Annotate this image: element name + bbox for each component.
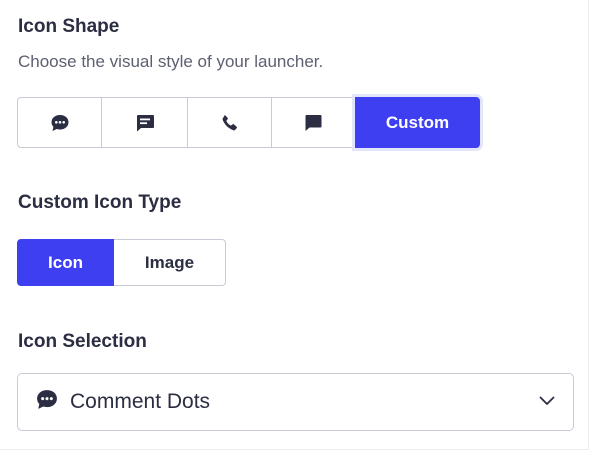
icon-shape-selector: Custom <box>17 97 480 148</box>
icon-type-button[interactable]: Icon <box>17 239 114 286</box>
message-lines-icon <box>135 114 155 132</box>
chevron-down-icon <box>539 393 555 411</box>
icon-selection-title: Icon Selection <box>18 331 147 352</box>
launcher-settings-panel: Icon Shape Choose the visual style of yo… <box>0 0 589 450</box>
icon-shape-title: Icon Shape <box>18 16 120 37</box>
icon-shape-description: Choose the visual style of your launcher… <box>18 52 324 71</box>
shape-option-custom[interactable]: Custom <box>355 97 480 148</box>
image-type-button[interactable]: Image <box>114 239 226 286</box>
custom-icon-type-title: Custom Icon Type <box>18 192 182 213</box>
comment-dots-icon <box>50 114 70 132</box>
shape-option-message-square[interactable] <box>272 97 355 148</box>
shape-option-comment-dots[interactable] <box>17 97 102 148</box>
shape-option-phone[interactable] <box>188 97 272 148</box>
selected-icon-label: Comment Dots <box>70 390 211 413</box>
shape-option-message-lines[interactable] <box>102 97 188 148</box>
comment-dots-icon <box>35 389 59 415</box>
custom-icon-type-selector: Icon Image <box>17 239 226 286</box>
message-square-icon <box>303 114 323 132</box>
phone-icon <box>220 113 240 133</box>
icon-selection-dropdown[interactable]: Comment Dots <box>17 373 574 431</box>
